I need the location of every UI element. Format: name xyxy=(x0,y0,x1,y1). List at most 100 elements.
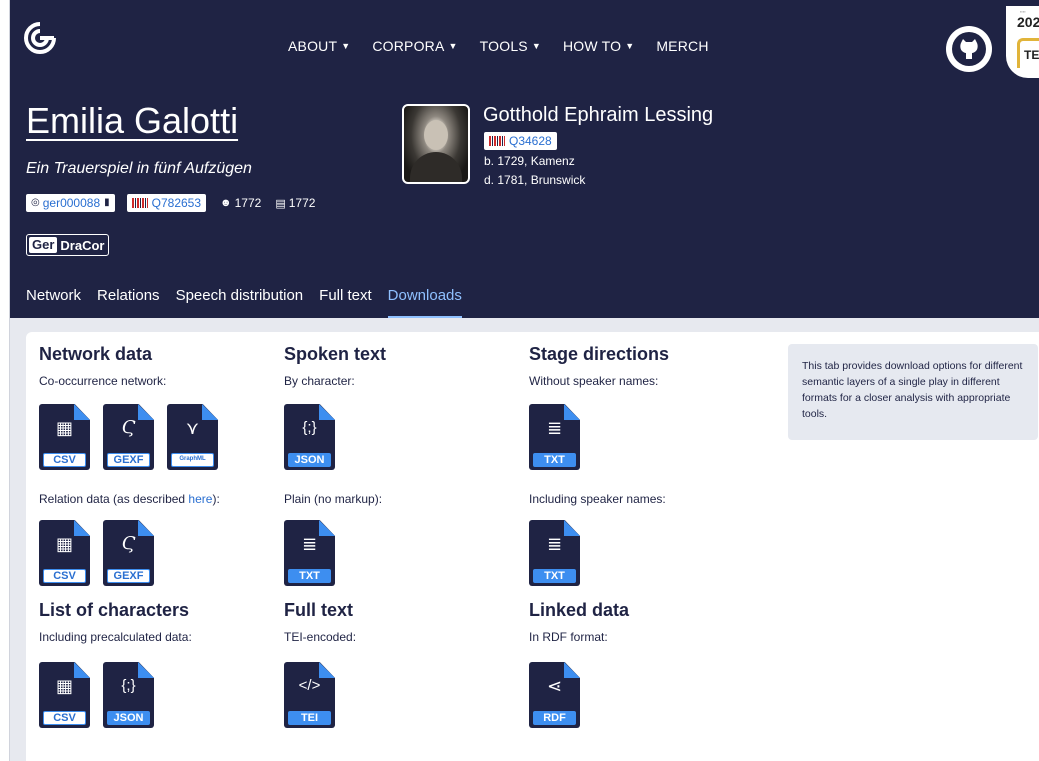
play-subtitle: Ein Trauerspiel in fünf Aufzügen xyxy=(26,160,252,177)
section-heading: Full text xyxy=(284,600,354,620)
section-full-text: Full text xyxy=(284,600,353,621)
nav-merch[interactable]: MERCH xyxy=(656,38,708,54)
share-nodes-icon: ⋖ xyxy=(546,676,563,696)
precalculated-label: Including precalculated data: xyxy=(39,630,192,644)
author-death: d. 1781, Brunswick xyxy=(484,173,586,187)
wikidata-barcode-icon xyxy=(489,136,505,146)
rdf-format-label: In RDF format: xyxy=(529,630,608,644)
section-heading: Stage directions xyxy=(529,344,670,364)
table-icon: ▦ xyxy=(55,534,73,554)
download-txt-spoken[interactable]: ≣ TXT xyxy=(284,520,335,586)
cooccurrence-label: Co-occurrence network: xyxy=(39,374,167,388)
caret-down-icon: ▼ xyxy=(448,41,458,51)
corpus-name: DraCor xyxy=(60,237,105,253)
nav-howto[interactable]: HOW TO ▼ xyxy=(563,38,634,54)
left-border xyxy=(0,0,10,761)
without-speaker-label: Without speaker names: xyxy=(529,374,659,388)
json-braces-icon: {;} xyxy=(302,419,317,436)
caret-down-icon: ▼ xyxy=(531,41,541,51)
section-stage-directions: Stage directions xyxy=(529,344,669,365)
including-speaker-label: Including speaker names: xyxy=(529,492,666,506)
header: ABOUT ▼ CORPORA ▼ TOOLS ▼ HOW TO ▼ MERCH ▪▪▪… xyxy=(10,0,1039,319)
portrait-coat xyxy=(410,152,462,182)
section-heading: Spoken text xyxy=(284,344,387,364)
nav-about[interactable]: ABOUT ▼ xyxy=(288,38,350,54)
author-wikidata-chip[interactable]: Q34628 xyxy=(484,132,557,150)
relation-doc-link[interactable]: here xyxy=(188,492,212,506)
download-csv-cooccurrence[interactable]: ▦ CSV xyxy=(39,404,90,470)
nav-tools[interactable]: TOOLS ▼ xyxy=(480,38,541,54)
dracor-id-chip[interactable]: ◎ ger000088 ▮ xyxy=(26,194,115,212)
characters-files: ▦ CSV {;} JSON xyxy=(39,662,167,728)
graph-nodes-icon: ⋎ xyxy=(185,418,200,438)
by-character-files: {;} JSON xyxy=(284,404,348,470)
badge-year: 202 xyxy=(1017,14,1039,30)
table-icon: ▦ xyxy=(55,676,73,696)
main-nav: ABOUT ▼ CORPORA ▼ TOOLS ▼ HOW TO ▼ MERCH xyxy=(288,38,731,54)
by-character-label: By character: xyxy=(284,374,355,388)
author-name[interactable]: Gotthold Ephraim Lessing xyxy=(483,104,713,127)
theatre-masks-icon: ☻ xyxy=(220,197,232,209)
without-speaker-files: ≣ TXT xyxy=(529,404,593,470)
section-heading: List of characters xyxy=(39,600,190,620)
portrait-face xyxy=(424,120,448,150)
author-wikidata-chip-wrap: Q34628 xyxy=(484,132,557,151)
download-txt-stage-speakers[interactable]: ≣ TXT xyxy=(529,520,580,586)
caret-down-icon: ▼ xyxy=(625,41,635,51)
gephi-icon: Ϛ xyxy=(121,533,136,554)
author-portrait xyxy=(402,104,470,184)
download-gexf-cooccurrence[interactable]: Ϛ GEXF xyxy=(103,404,154,470)
download-txt-stage[interactable]: ≣ TXT xyxy=(529,404,580,470)
tab-speech-distribution[interactable]: Speech distribution xyxy=(176,287,304,319)
tei-encoded-label: TEI-encoded: xyxy=(284,630,357,644)
downloads-panel: Network data Co-occurrence network: ▦ CS… xyxy=(26,332,1039,761)
section-linked-data: Linked data xyxy=(529,600,629,621)
text-lines-icon: ≣ xyxy=(301,534,318,554)
tab-full-text[interactable]: Full text xyxy=(319,287,372,319)
dracor-small-icon: ◎ xyxy=(31,197,40,208)
dracor-logo-icon[interactable] xyxy=(24,22,56,54)
corpus-badge[interactable]: Ger DraCor xyxy=(26,234,110,256)
book-icon: ▤ xyxy=(275,197,286,210)
download-gexf-relations[interactable]: Ϛ GEXF xyxy=(103,520,154,586)
download-graphml-cooccurrence[interactable]: ⋎ GraphML xyxy=(167,404,218,470)
cooccurrence-files: ▦ CSV Ϛ GEXF ⋎ GraphML xyxy=(39,404,231,470)
plain-label: Plain (no markup): xyxy=(284,492,383,506)
download-csv-characters[interactable]: ▦ CSV xyxy=(39,662,90,728)
wikidata-barcode-icon xyxy=(131,198,148,208)
tab-relations[interactable]: Relations xyxy=(97,287,160,319)
corpus-prefix: Ger xyxy=(29,237,58,253)
section-network-data: Network data xyxy=(39,344,152,365)
download-json-spoken[interactable]: {;} JSON xyxy=(284,404,335,470)
text-lines-icon: ≣ xyxy=(546,418,563,438)
linked-files: ⋖ RDF xyxy=(529,662,593,728)
download-csv-relations[interactable]: ▦ CSV xyxy=(39,520,90,586)
table-icon: ▦ xyxy=(55,418,73,438)
tab-network[interactable]: Network xyxy=(26,287,81,319)
text-lines-icon: ≣ xyxy=(546,534,563,554)
clipboard-icon[interactable]: ▮ xyxy=(104,194,110,212)
author-birth: b. 1729, Kamenz xyxy=(484,154,575,168)
nav-corpora[interactable]: CORPORA ▼ xyxy=(372,38,457,54)
play-tabs: Network Relations Speech distribution Fu… xyxy=(26,287,478,319)
download-tei[interactable]: </> TEI xyxy=(284,662,335,728)
section-heading: Network data xyxy=(39,344,153,364)
github-icon[interactable] xyxy=(946,26,992,72)
plain-files: ≣ TXT xyxy=(284,520,348,586)
relation-files: ▦ CSV Ϛ GEXF xyxy=(39,520,167,586)
tei-award-badge[interactable]: ▪▪▪▪ 202 TEI xyxy=(1006,6,1039,78)
including-speaker-files: ≣ TXT xyxy=(529,520,593,586)
caret-down-icon: ▼ xyxy=(341,41,351,51)
play-title[interactable]: Emilia Galotti xyxy=(26,100,238,142)
code-icon: </> xyxy=(298,677,321,694)
badge-tei-label: TEI xyxy=(1017,38,1039,68)
section-heading: Linked data xyxy=(529,600,630,620)
relation-label: Relation data (as described here): xyxy=(39,492,220,506)
tab-downloads[interactable]: Downloads xyxy=(387,287,462,319)
gephi-icon: Ϛ xyxy=(121,417,136,438)
section-list-of-characters: List of characters xyxy=(39,600,189,621)
download-json-characters[interactable]: {;} JSON xyxy=(103,662,154,728)
downloads-info-box: This tab provides download options for d… xyxy=(788,344,1038,440)
wikidata-chip[interactable]: Q782653 xyxy=(126,194,207,212)
download-rdf[interactable]: ⋖ RDF xyxy=(529,662,580,728)
